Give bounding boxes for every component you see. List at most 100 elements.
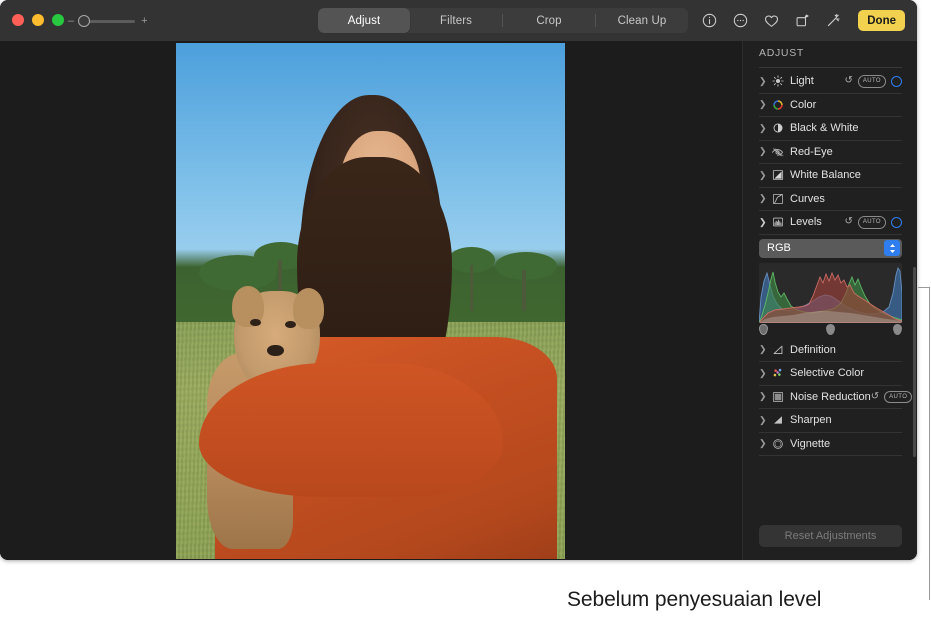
levels-slider-bar[interactable] bbox=[759, 324, 902, 336]
chevron-right-icon[interactable]: ❯ bbox=[759, 171, 769, 180]
tab-filters[interactable]: Filters bbox=[410, 8, 502, 33]
more-options-icon[interactable] bbox=[732, 12, 749, 29]
sharpen-icon bbox=[771, 414, 784, 427]
info-icon[interactable] bbox=[701, 12, 718, 29]
tab-adjust-label: Adjust bbox=[348, 15, 381, 27]
sidebar-item-light[interactable]: ❯ Light ↺ AUTO bbox=[759, 70, 902, 94]
photos-editor-window: – + Adjust Filters Crop Cle bbox=[0, 0, 917, 560]
sidebar-item-sharpen-label: Sharpen bbox=[790, 414, 832, 426]
chevron-right-icon[interactable]: ❯ bbox=[759, 100, 769, 109]
callout-bracket bbox=[918, 287, 930, 600]
color-wheel-icon bbox=[771, 98, 784, 111]
editor-mode-tabs: Adjust Filters Crop Clean Up bbox=[318, 8, 688, 33]
light-icon bbox=[771, 75, 784, 88]
chevron-right-icon[interactable]: ❯ bbox=[759, 147, 769, 156]
sidebar-item-black-and-white[interactable]: ❯ Black & White bbox=[759, 117, 902, 141]
tab-crop[interactable]: Crop bbox=[503, 8, 595, 33]
tab-crop-label: Crop bbox=[536, 15, 561, 27]
photo-tree-trunk bbox=[522, 270, 526, 311]
auto-badge[interactable]: AUTO bbox=[858, 216, 886, 229]
sidebar-item-vignette[interactable]: ❯ Vignette bbox=[759, 433, 902, 457]
chevron-up-down-icon[interactable] bbox=[884, 240, 900, 256]
sidebar-item-levels[interactable]: ❯ bbox=[759, 211, 902, 235]
sidebar-item-levels-label: Levels bbox=[790, 216, 822, 228]
chevron-down-icon[interactable]: ❯ bbox=[759, 218, 769, 227]
reset-icon[interactable]: ↺ bbox=[844, 217, 852, 227]
zoom-in-icon[interactable]: + bbox=[141, 16, 147, 27]
sidebar-item-noise-reduction[interactable]: ❯ Noise Reduction ↺ AUTO bbox=[759, 386, 902, 410]
sidebar-item-definition[interactable]: ❯ Definition bbox=[759, 339, 902, 363]
levels-histogram[interactable] bbox=[759, 263, 902, 323]
enable-toggle-icon[interactable] bbox=[891, 217, 902, 228]
close-window-button[interactable] bbox=[12, 14, 24, 26]
adjust-sidebar: ADJUST ❯ Light bbox=[742, 41, 917, 560]
red-eye-icon bbox=[771, 145, 784, 158]
tab-adjust[interactable]: Adjust bbox=[318, 8, 410, 33]
edited-photo[interactable] bbox=[176, 43, 565, 559]
curves-icon bbox=[771, 192, 784, 205]
sidebar-item-black-and-white-label: Black & White bbox=[790, 122, 858, 134]
vignette-icon bbox=[771, 437, 784, 450]
chevron-right-icon[interactable]: ❯ bbox=[759, 369, 769, 378]
sidebar-header: ADJUST bbox=[759, 47, 804, 59]
maximize-window-button[interactable] bbox=[52, 14, 64, 26]
reset-icon[interactable]: ↺ bbox=[844, 76, 852, 86]
rotate-icon[interactable] bbox=[794, 12, 811, 29]
levels-channel-value: RGB bbox=[767, 242, 791, 254]
sidebar-item-definition-label: Definition bbox=[790, 344, 836, 356]
minimize-window-button[interactable] bbox=[32, 14, 44, 26]
sidebar-item-white-balance[interactable]: ❯ White Balance bbox=[759, 164, 902, 188]
chevron-right-icon[interactable]: ❯ bbox=[759, 124, 769, 133]
adjustment-list: ❯ Light ↺ AUTO bbox=[743, 70, 917, 456]
reset-adjustments-button[interactable]: Reset Adjustments bbox=[759, 525, 902, 547]
sidebar-item-curves-label: Curves bbox=[790, 193, 825, 205]
auto-badge[interactable]: AUTO bbox=[858, 75, 886, 88]
sidebar-item-red-eye[interactable]: ❯ Red-Eye bbox=[759, 141, 902, 165]
sidebar-scrollbar-thumb[interactable] bbox=[913, 267, 916, 457]
levels-channel-dropdown[interactable]: RGB bbox=[759, 239, 902, 258]
levels-histogram-area bbox=[743, 263, 917, 339]
chevron-right-icon[interactable]: ❯ bbox=[759, 194, 769, 203]
photo-dog-eye bbox=[285, 321, 296, 328]
sidebar-scrollbar[interactable] bbox=[913, 47, 916, 547]
zoom-slider-knob[interactable] bbox=[78, 15, 90, 27]
auto-badge[interactable]: AUTO bbox=[884, 391, 912, 404]
chevron-right-icon[interactable]: ❯ bbox=[759, 416, 769, 425]
photo-tree-trunk bbox=[470, 265, 474, 311]
figure-caption: Sebelum penyesuaian level bbox=[567, 588, 821, 612]
sidebar-item-color-label: Color bbox=[790, 99, 816, 111]
white-point-handle[interactable] bbox=[893, 324, 902, 335]
chevron-right-icon[interactable]: ❯ bbox=[759, 77, 769, 86]
zoom-out-icon[interactable]: – bbox=[68, 16, 74, 27]
black-white-icon bbox=[771, 122, 784, 135]
chevron-right-icon[interactable]: ❯ bbox=[759, 345, 769, 354]
sidebar-header-divider bbox=[759, 67, 902, 68]
tab-clean-up-label: Clean Up bbox=[618, 15, 667, 27]
enable-toggle-icon[interactable] bbox=[891, 76, 902, 87]
favorite-heart-icon[interactable] bbox=[763, 12, 780, 29]
sidebar-item-curves[interactable]: ❯ Curves bbox=[759, 188, 902, 212]
magic-wand-icon[interactable] bbox=[825, 12, 842, 29]
midtone-handle[interactable] bbox=[826, 324, 835, 335]
chevron-right-icon[interactable]: ❯ bbox=[759, 439, 769, 448]
levels-controls: ↺ AUTO bbox=[844, 216, 902, 229]
reset-icon[interactable]: ↺ bbox=[871, 392, 879, 402]
sidebar-item-color[interactable]: ❯ Color bbox=[759, 94, 902, 118]
white-balance-icon bbox=[771, 169, 784, 182]
sidebar-item-sharpen[interactable]: ❯ Sharpen bbox=[759, 409, 902, 433]
noise-reduction-controls: ↺ AUTO bbox=[871, 391, 917, 404]
window-titlebar: – + Adjust Filters Crop Cle bbox=[0, 0, 917, 42]
noise-reduction-icon bbox=[771, 390, 784, 403]
image-canvas bbox=[0, 41, 742, 560]
sidebar-item-selective-color[interactable]: ❯ Selective Color bbox=[759, 362, 902, 386]
done-button[interactable]: Done bbox=[858, 10, 905, 31]
black-point-handle[interactable] bbox=[759, 324, 768, 335]
zoom-slider-control[interactable]: – + bbox=[68, 13, 150, 29]
tab-clean-up[interactable]: Clean Up bbox=[596, 8, 688, 33]
chevron-right-icon[interactable]: ❯ bbox=[759, 392, 769, 401]
sidebar-item-white-balance-label: White Balance bbox=[790, 169, 861, 181]
levels-icon bbox=[771, 216, 784, 229]
zoom-slider-track[interactable] bbox=[80, 20, 135, 23]
sidebar-item-noise-reduction-label: Noise Reduction bbox=[790, 391, 871, 403]
selective-color-icon bbox=[771, 367, 784, 380]
